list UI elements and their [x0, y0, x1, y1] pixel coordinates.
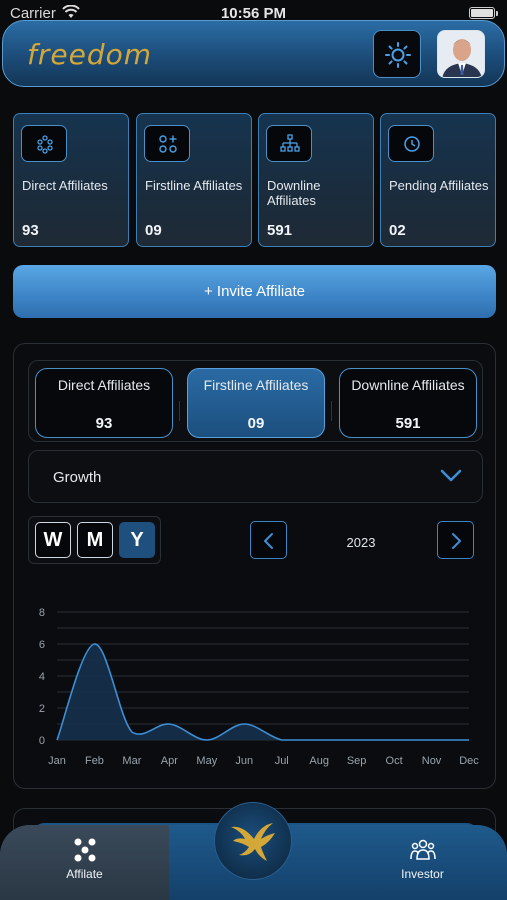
- chart-x-tick-label: Aug: [309, 755, 329, 767]
- tab-investor[interactable]: Investor: [338, 825, 507, 900]
- stat-icon-box: [388, 125, 434, 162]
- chart-x-tick-label: Jun: [235, 755, 253, 767]
- stat-value: 591: [267, 222, 293, 239]
- home-center-button[interactable]: [214, 802, 292, 880]
- chart-y-tick-label: 2: [39, 703, 45, 715]
- chart-x-tick-label: Nov: [422, 755, 442, 767]
- chart-x-tick-label: Apr: [161, 755, 178, 767]
- metric-dropdown[interactable]: Growth: [28, 450, 483, 503]
- growth-panel: Direct Affiliates 93 Firstline Affiliate…: [13, 343, 496, 789]
- chevron-left-icon: [264, 533, 273, 549]
- tab-label: Investor: [401, 867, 444, 881]
- stat-label: Firstline Affiliates: [145, 178, 243, 193]
- chart-x-tick-label: Dec: [459, 755, 479, 767]
- clock-icon: [404, 136, 420, 152]
- chart-y-tick-label: 6: [39, 639, 45, 651]
- chart-y-tick-label: 4: [39, 671, 45, 683]
- stat-label: Downline Affiliates: [267, 178, 321, 208]
- stat-card-firstline[interactable]: Firstline Affiliates 09: [136, 113, 252, 247]
- chevron-down-icon: [440, 469, 462, 482]
- stat-card-pending[interactable]: Pending Affiliates 02: [380, 113, 496, 247]
- stat-card-downline[interactable]: Downline Affiliates 591: [258, 113, 374, 247]
- affiliate-segment-control: Direct Affiliates 93 Firstline Affiliate…: [28, 360, 483, 442]
- app-header: freedom: [2, 20, 505, 87]
- chart-x-tick-label: Sep: [347, 755, 367, 767]
- segment-downline[interactable]: Downline Affiliates 591: [339, 368, 477, 438]
- battery-tip: [496, 11, 498, 16]
- people-group-icon: [410, 839, 436, 860]
- chart-x-tick-label: Jan: [48, 755, 66, 767]
- period-selector: W M Y: [28, 516, 161, 564]
- network-dots-icon: [37, 135, 53, 154]
- stat-icon-box: [144, 125, 190, 162]
- segment-firstline[interactable]: Firstline Affiliates 09: [187, 368, 325, 438]
- period-week-button[interactable]: W: [35, 522, 71, 558]
- period-year-button[interactable]: Y: [119, 522, 155, 558]
- segment-divider: [331, 401, 332, 421]
- tab-label: Affilate: [66, 867, 103, 881]
- segment-label: Direct Affiliates: [57, 377, 151, 393]
- chart-x-tick-label: Mar: [122, 755, 141, 767]
- chevron-right-icon: [452, 533, 461, 549]
- stat-value: 02: [389, 222, 406, 239]
- avatar[interactable]: [437, 30, 485, 78]
- hierarchy-icon: [280, 134, 300, 152]
- year-label: 2023: [346, 535, 376, 550]
- chart-x-tick-label: Jul: [275, 755, 289, 767]
- stat-icon-box: [21, 125, 67, 162]
- period-month-button[interactable]: M: [77, 522, 113, 558]
- dots-cluster-icon: [74, 838, 96, 862]
- segment-label: Firstline Affiliates: [203, 377, 309, 393]
- stat-icon-box: [266, 125, 312, 162]
- next-year-button[interactable]: [437, 521, 474, 559]
- invite-affiliate-button[interactable]: + Invite Affiliate: [13, 265, 496, 318]
- user-photo: [438, 31, 484, 77]
- segment-divider: [179, 401, 180, 421]
- theme-toggle-button[interactable]: [373, 30, 421, 78]
- grid-plus-icon: [159, 135, 177, 153]
- segment-value: 93: [95, 415, 113, 432]
- chart-x-tick-label: Oct: [386, 755, 403, 767]
- chart-y-tick-label: 8: [39, 607, 45, 619]
- stat-value: 09: [145, 222, 162, 239]
- stat-value: 93: [22, 222, 39, 239]
- stat-card-direct[interactable]: Direct Affiliates 93: [13, 113, 129, 247]
- chart-x-tick-label: May: [196, 755, 217, 767]
- chart-x-tick-label: Feb: [85, 755, 104, 767]
- sun-icon: [385, 42, 411, 68]
- phoenix-logo-icon: [231, 823, 275, 861]
- stat-label: Pending Affiliates: [389, 178, 489, 193]
- segment-value: 591: [395, 415, 421, 432]
- chart-y-tick-label: 0: [39, 735, 45, 747]
- app-logo: freedom: [27, 38, 153, 71]
- dropdown-selected: Growth: [53, 469, 102, 486]
- battery-icon: [469, 7, 495, 19]
- previous-year-button[interactable]: [250, 521, 287, 559]
- stat-label: Direct Affiliates: [22, 178, 108, 193]
- segment-label: Downline Affiliates: [351, 377, 465, 393]
- segment-direct[interactable]: Direct Affiliates 93: [35, 368, 173, 438]
- growth-chart: 0 2 4 6 8 Jan Feb Mar Apr May Jun Jul Aug Sep Oct Nov De…: [39, 607, 479, 767]
- segment-value: 09: [247, 415, 265, 432]
- tab-affilate[interactable]: Affilate: [0, 825, 169, 900]
